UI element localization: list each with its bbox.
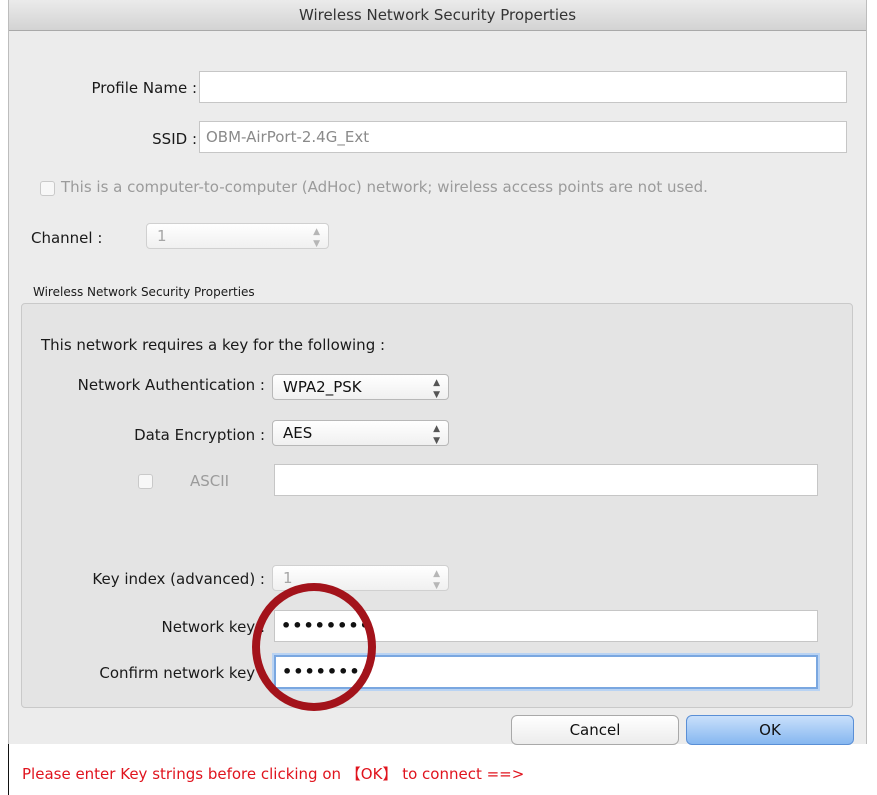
dialog-window: Wireless Network Security Properties Pro… <box>8 0 867 745</box>
ssid-input[interactable]: OBM-AirPort-2.4G_Ext <box>199 121 847 153</box>
auth-label: Network Authentication : <box>77 376 265 394</box>
window-edge-line <box>8 744 9 795</box>
key-index-label: Key index (advanced) : <box>92 570 265 588</box>
ascii-checkbox[interactable] <box>138 474 153 489</box>
adhoc-checkbox[interactable] <box>40 181 55 196</box>
key-index-value: 1 <box>283 569 293 587</box>
left-margin <box>0 0 8 795</box>
auth-select[interactable]: WPA2_PSK ▲ ▼ <box>272 374 449 400</box>
security-group <box>21 303 853 708</box>
connect-hint: Please enter Key strings before clicking… <box>22 765 525 783</box>
stepper-arrows-icon: ▲ ▼ <box>313 227 320 249</box>
ssid-label: SSID : <box>152 130 197 148</box>
stepper-arrows-icon: ▲ ▼ <box>433 569 440 591</box>
ascii-label: ASCII <box>190 472 230 490</box>
cancel-button[interactable]: Cancel <box>511 715 679 745</box>
window-title: Wireless Network Security Properties <box>9 0 866 31</box>
auth-value: WPA2_PSK <box>283 378 362 396</box>
encryption-label: Data Encryption : <box>134 426 265 444</box>
confirm-key-label: Confirm network key : <box>99 664 265 682</box>
ok-button[interactable]: OK <box>686 715 854 745</box>
annotation-circle <box>252 583 376 711</box>
channel-label: Channel : <box>31 229 103 247</box>
network-key-label: Network key : <box>161 618 265 636</box>
stepper-arrows-icon: ▲ ▼ <box>433 378 440 400</box>
stepper-arrows-icon: ▲ ▼ <box>433 424 440 446</box>
profile-name-input[interactable] <box>199 71 847 103</box>
security-group-title: Wireless Network Security Properties <box>33 285 255 299</box>
ascii-input[interactable] <box>274 464 818 496</box>
profile-name-label: Profile Name : <box>91 79 197 97</box>
channel-select[interactable]: 1 ▲ ▼ <box>146 223 329 249</box>
requires-key-text: This network requires a key for the foll… <box>41 336 386 354</box>
encryption-value: AES <box>283 424 313 442</box>
encryption-select[interactable]: AES ▲ ▼ <box>272 420 449 446</box>
channel-value: 1 <box>157 227 167 245</box>
adhoc-label: This is a computer-to-computer (AdHoc) n… <box>61 178 708 196</box>
